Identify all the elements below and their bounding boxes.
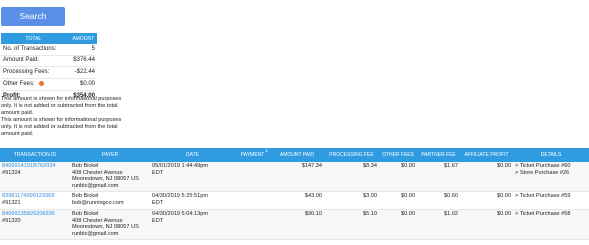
table-row: 83981174999123369 #91321 Bob Bickel bob@… xyxy=(0,191,589,210)
summary-row-processing-fees: Processing Fees: -$22.44 xyxy=(1,66,97,80)
cell-details: > Ticket Purchase #59 xyxy=(513,191,589,210)
cell-payer: Bob Bickel 408 Chester Avenue Moorestown… xyxy=(70,209,150,240)
payer-email: runbic@gmail.com xyxy=(72,183,119,190)
date-value: 04/30/2019 5:25:51pm xyxy=(152,192,208,199)
timezone: EDT xyxy=(152,217,164,224)
date-value: 04/30/2019 5:04:13pm xyxy=(152,210,208,217)
summary-value: -$22.44 xyxy=(65,66,97,80)
col-payment[interactable]: PAYMENT 1 xyxy=(235,148,270,162)
summary-label: Other Fees: xyxy=(3,80,35,87)
cell-transaction: 83981174999123369 #91321 xyxy=(0,191,70,210)
date-value: 05/01/2019 1:44:49pm xyxy=(152,163,208,169)
summary-header-amount: AMOUNT xyxy=(65,33,97,44)
info-icon[interactable] xyxy=(38,80,44,86)
col-other-fees[interactable]: OTHER FEES xyxy=(379,148,417,162)
cell-amount-paid: $147.34 xyxy=(270,162,324,192)
cell-processing-fee: $3.00 xyxy=(324,191,379,210)
table-row: 8406914191B762034 #91324 Bob Bickel 408 … xyxy=(0,162,589,192)
col-payment-label: PAYMENT xyxy=(240,152,265,158)
payer-email: bob@runningco.com xyxy=(72,199,124,206)
cell-details: > Ticket Purchase #60 > Store Purchase #… xyxy=(513,162,589,192)
search-button[interactable]: Search xyxy=(1,7,65,26)
summary-table: TOTAL AMOUNT No. of Transactions: 5 Amou… xyxy=(1,33,97,103)
summary-notes: This amount is shown for informational p… xyxy=(1,96,133,138)
transaction-link[interactable]: 8406914191B762034 xyxy=(2,163,68,170)
cell-transaction: 8406914191B762034 #91324 xyxy=(0,162,70,192)
cell-amount-paid: $90.10 xyxy=(270,209,324,240)
payer-address-2: Moorestown, NJ 08057 US xyxy=(72,224,139,231)
cell-payment xyxy=(235,209,270,240)
summary-note: This amount is shown for informational p… xyxy=(1,96,122,116)
transaction-link[interactable]: 84069135826206936 xyxy=(2,211,68,218)
cell-other-fees: $0.00 xyxy=(379,191,417,210)
payer-address-1: 408 Chester Avenue xyxy=(72,217,123,224)
details-link[interactable]: > Store Purchase #26 xyxy=(515,170,587,177)
cell-processing-fee: $5.10 xyxy=(324,209,379,240)
transactions-table: TRANSACTION ID PAYER DATE PAYMENT 1 AMOU… xyxy=(0,148,589,240)
timezone: EDT xyxy=(152,169,164,176)
sort-marker: 1 xyxy=(265,148,268,153)
payer-name: Bob Bickel xyxy=(72,163,99,169)
timezone: EDT xyxy=(152,199,164,206)
summary-note: This amount is shown for informational p… xyxy=(1,116,122,137)
cell-partner-fee: $1.67 xyxy=(417,162,460,192)
order-number: #91320 xyxy=(2,217,21,224)
cell-transaction: 84069135826206936 #91320 xyxy=(0,209,70,240)
payer-name: Bob Bickel xyxy=(72,210,99,217)
table-row: 84069135826206936 #91320 Bob Bickel 408 … xyxy=(0,209,589,240)
summary-value: 5 xyxy=(65,44,97,56)
col-transaction-id[interactable]: TRANSACTION ID xyxy=(0,148,70,162)
cell-payment xyxy=(235,162,270,192)
summary-label: No. of Transactions: xyxy=(1,44,66,56)
cell-processing-fee: $8.34 xyxy=(324,162,379,192)
col-date[interactable]: DATE xyxy=(150,148,235,162)
col-payer[interactable]: PAYER xyxy=(70,148,150,162)
summary-row-transactions: No. of Transactions: 5 xyxy=(1,44,97,56)
col-partner-fee[interactable]: PARTNER FEE xyxy=(417,148,460,162)
payer-email: runbic@gmail.com xyxy=(72,230,119,237)
cell-affiliate-profit: $0.00 xyxy=(460,191,513,210)
cell-partner-fee: $1.02 xyxy=(417,209,460,240)
order-number: #91321 xyxy=(2,199,21,206)
cell-payer: Bob Bickel 408 Chester Avenue Moorestown… xyxy=(70,162,150,192)
summary-label: Processing Fees: xyxy=(1,66,66,80)
cell-affiliate-profit: $0.00 xyxy=(460,162,513,192)
details-link[interactable]: > Ticket Purchase #60 xyxy=(515,163,587,170)
transaction-link[interactable]: 83981174999123369 xyxy=(2,193,68,200)
summary-row-other-fees: Other Fees: $0.00 xyxy=(1,78,97,91)
order-number: #91324 xyxy=(2,169,21,176)
summary-row-amount-paid: Amount Paid: $376.44 xyxy=(1,55,97,68)
summary-value: $376.44 xyxy=(65,55,97,68)
summary-value: $0.00 xyxy=(65,78,97,91)
cell-partner-fee: $0.60 xyxy=(417,191,460,210)
summary-label-cell: Other Fees: xyxy=(1,78,66,91)
cell-date: 04/30/2019 5:25:51pm EDT xyxy=(150,191,235,210)
payer-name: Bob Bickel xyxy=(72,192,99,199)
summary-header-total: TOTAL xyxy=(1,33,66,44)
cell-date: 04/30/2019 5:04:13pm EDT xyxy=(150,209,235,240)
summary-label: Amount Paid: xyxy=(1,55,66,68)
details-link[interactable]: > Ticket Purchase #59 xyxy=(515,193,587,200)
cell-payer: Bob Bickel bob@runningco.com xyxy=(70,191,150,210)
details-link[interactable]: > Ticket Purchase #58 xyxy=(515,211,587,218)
cell-affiliate-profit: $0.00 xyxy=(460,209,513,240)
col-details[interactable]: DETAILS xyxy=(513,148,589,162)
cell-date: 05/01/2019 1:44:49pm EDT xyxy=(150,162,235,192)
cell-details: > Ticket Purchase #58 xyxy=(513,209,589,240)
cell-other-fees: $0.00 xyxy=(379,162,417,192)
col-processing-fee[interactable]: PROCESSING FEE xyxy=(324,148,379,162)
cell-amount-paid: $43.00 xyxy=(270,191,324,210)
payer-address-2: Moorestown, NJ 08057 US xyxy=(72,176,139,183)
col-amount-paid[interactable]: AMOUNT PAID xyxy=(270,148,324,162)
payer-address-1: 408 Chester Avenue xyxy=(72,169,123,176)
col-affiliate-profit[interactable]: AFFILIATE PROFIT xyxy=(460,148,513,162)
cell-other-fees: $0.00 xyxy=(379,209,417,240)
cell-payment xyxy=(235,191,270,210)
table-header-row: TRANSACTION ID PAYER DATE PAYMENT 1 AMOU… xyxy=(0,148,589,162)
